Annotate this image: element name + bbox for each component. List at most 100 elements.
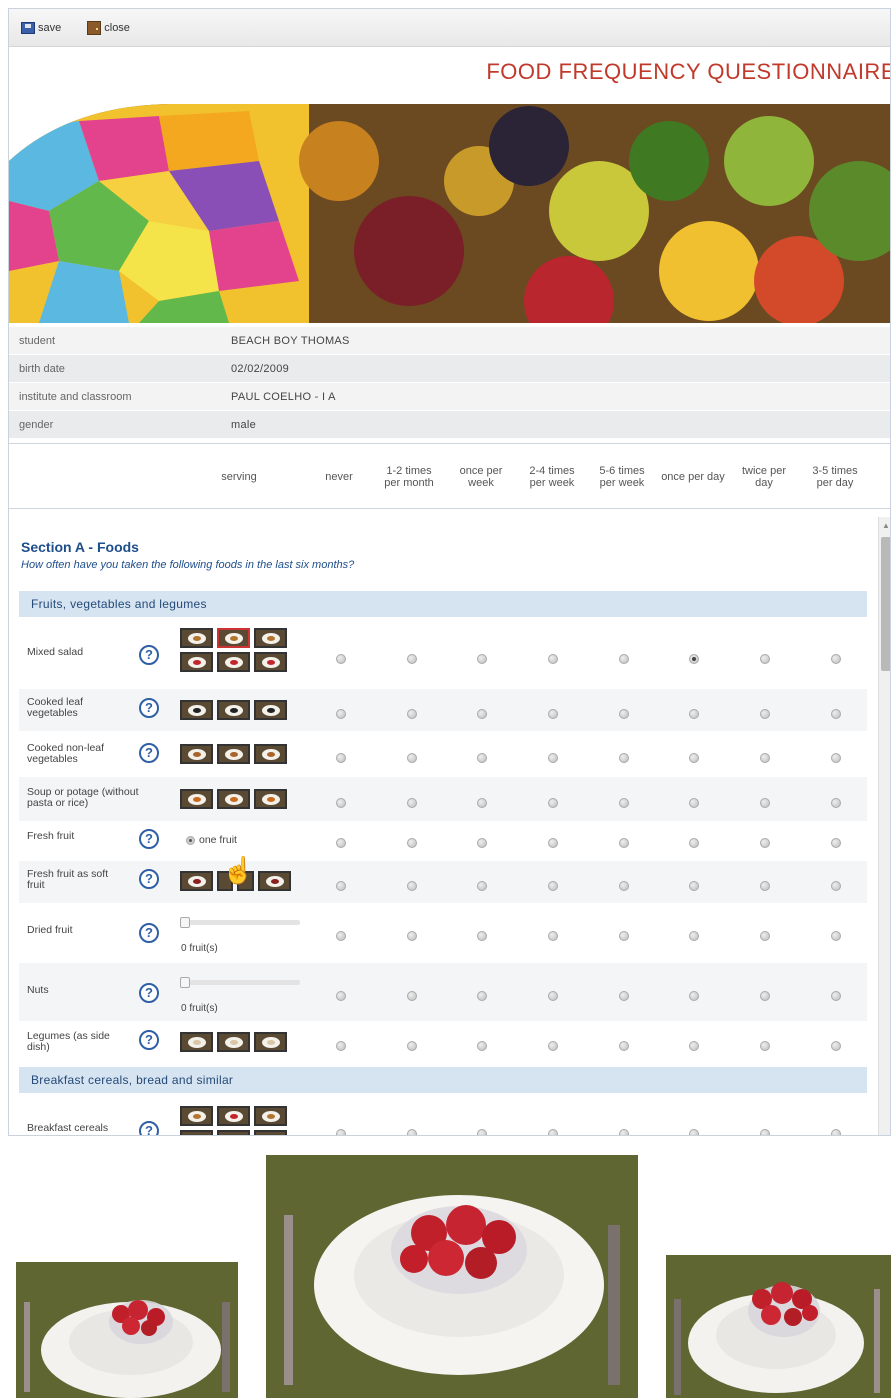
serving-image[interactable] xyxy=(217,628,250,648)
serving-image[interactable] xyxy=(254,789,287,809)
frequency-radio[interactable] xyxy=(619,991,629,1001)
serving-image[interactable] xyxy=(258,871,291,891)
scroll-up-arrow-icon[interactable]: ▲ xyxy=(882,521,890,530)
help-icon[interactable]: ? xyxy=(139,1030,159,1050)
frequency-radio[interactable] xyxy=(477,881,487,891)
questionnaire-scroll-area[interactable]: Section A - Foods How often have you tak… xyxy=(9,517,890,1135)
help-icon[interactable]: ? xyxy=(139,698,159,718)
frequency-radio[interactable] xyxy=(477,991,487,1001)
serving-image[interactable] xyxy=(217,789,250,809)
frequency-radio[interactable] xyxy=(407,931,417,941)
frequency-radio[interactable] xyxy=(689,838,699,848)
frequency-radio[interactable] xyxy=(619,709,629,719)
frequency-radio[interactable] xyxy=(407,1041,417,1051)
frequency-radio[interactable] xyxy=(336,709,346,719)
save-button[interactable]: save xyxy=(21,21,61,34)
frequency-radio[interactable] xyxy=(831,991,841,1001)
frequency-radio[interactable] xyxy=(407,991,417,1001)
frequency-radio[interactable] xyxy=(407,881,417,891)
frequency-radio[interactable] xyxy=(760,1129,770,1135)
frequency-radio[interactable] xyxy=(407,654,417,664)
serving-image[interactable] xyxy=(217,1130,250,1135)
frequency-radio[interactable] xyxy=(760,709,770,719)
serving-image[interactable] xyxy=(180,628,213,648)
serving-image[interactable] xyxy=(254,1032,287,1052)
serving-image[interactable] xyxy=(217,1106,250,1126)
help-icon[interactable]: ? xyxy=(139,645,159,665)
frequency-radio[interactable] xyxy=(689,1041,699,1051)
frequency-radio[interactable] xyxy=(477,838,487,848)
frequency-radio[interactable] xyxy=(689,991,699,1001)
frequency-radio[interactable] xyxy=(477,1041,487,1051)
frequency-radio[interactable] xyxy=(336,654,346,664)
slider-handle[interactable] xyxy=(180,917,190,928)
frequency-radio[interactable] xyxy=(548,838,558,848)
serving-image[interactable] xyxy=(217,652,250,672)
frequency-radio[interactable] xyxy=(407,1129,417,1135)
frequency-radio[interactable] xyxy=(548,991,558,1001)
frequency-radio[interactable] xyxy=(548,654,558,664)
frequency-radio[interactable] xyxy=(548,1129,558,1135)
frequency-radio[interactable] xyxy=(689,798,699,808)
help-icon[interactable]: ? xyxy=(139,829,159,849)
help-icon[interactable]: ? xyxy=(139,983,159,1003)
frequency-radio[interactable] xyxy=(689,654,699,664)
frequency-radio[interactable] xyxy=(619,931,629,941)
serving-image[interactable] xyxy=(180,744,213,764)
frequency-radio[interactable] xyxy=(336,1129,346,1135)
frequency-radio[interactable] xyxy=(548,798,558,808)
frequency-radio[interactable] xyxy=(407,798,417,808)
frequency-radio[interactable] xyxy=(760,881,770,891)
frequency-radio[interactable] xyxy=(336,798,346,808)
serving-image[interactable] xyxy=(217,1032,250,1052)
frequency-radio[interactable] xyxy=(831,798,841,808)
quantity-slider[interactable] xyxy=(180,977,300,988)
frequency-radio[interactable] xyxy=(760,798,770,808)
help-icon[interactable]: ? xyxy=(139,1121,159,1135)
frequency-radio[interactable] xyxy=(477,931,487,941)
frequency-radio[interactable] xyxy=(760,931,770,941)
frequency-radio[interactable] xyxy=(831,931,841,941)
frequency-radio[interactable] xyxy=(548,709,558,719)
serving-image[interactable] xyxy=(180,1106,213,1126)
vertical-scrollbar[interactable]: ▲ xyxy=(878,517,890,1135)
frequency-radio[interactable] xyxy=(760,1041,770,1051)
frequency-radio[interactable] xyxy=(548,931,558,941)
help-icon[interactable]: ? xyxy=(139,743,159,763)
serving-image[interactable] xyxy=(254,744,287,764)
frequency-radio[interactable] xyxy=(336,838,346,848)
serving-image[interactable] xyxy=(180,700,213,720)
frequency-radio[interactable] xyxy=(760,654,770,664)
frequency-radio[interactable] xyxy=(548,881,558,891)
frequency-radio[interactable] xyxy=(619,753,629,763)
serving-image[interactable] xyxy=(254,628,287,648)
serving-image[interactable] xyxy=(180,1130,213,1135)
frequency-radio[interactable] xyxy=(689,931,699,941)
frequency-radio[interactable] xyxy=(336,753,346,763)
serving-image[interactable] xyxy=(254,1106,287,1126)
frequency-radio[interactable] xyxy=(336,881,346,891)
frequency-radio[interactable] xyxy=(477,798,487,808)
frequency-radio[interactable] xyxy=(619,654,629,664)
frequency-radio[interactable] xyxy=(689,1129,699,1135)
frequency-radio[interactable] xyxy=(760,991,770,1001)
frequency-radio[interactable] xyxy=(619,1129,629,1135)
serving-image[interactable] xyxy=(254,700,287,720)
frequency-radio[interactable] xyxy=(548,753,558,763)
frequency-radio[interactable] xyxy=(831,654,841,664)
frequency-radio[interactable] xyxy=(689,753,699,763)
help-icon[interactable]: ? xyxy=(139,923,159,943)
frequency-radio[interactable] xyxy=(407,709,417,719)
slider-handle[interactable] xyxy=(180,977,190,988)
frequency-radio[interactable] xyxy=(689,709,699,719)
frequency-radio[interactable] xyxy=(619,1041,629,1051)
frequency-radio[interactable] xyxy=(831,709,841,719)
frequency-radio[interactable] xyxy=(407,838,417,848)
radio-button[interactable] xyxy=(186,835,195,845)
frequency-radio[interactable] xyxy=(477,1129,487,1135)
frequency-radio[interactable] xyxy=(619,798,629,808)
frequency-radio[interactable] xyxy=(477,654,487,664)
frequency-radio[interactable] xyxy=(831,1129,841,1135)
frequency-radio[interactable] xyxy=(336,1041,346,1051)
serving-radio-one-fruit[interactable]: one fruit xyxy=(186,834,237,846)
